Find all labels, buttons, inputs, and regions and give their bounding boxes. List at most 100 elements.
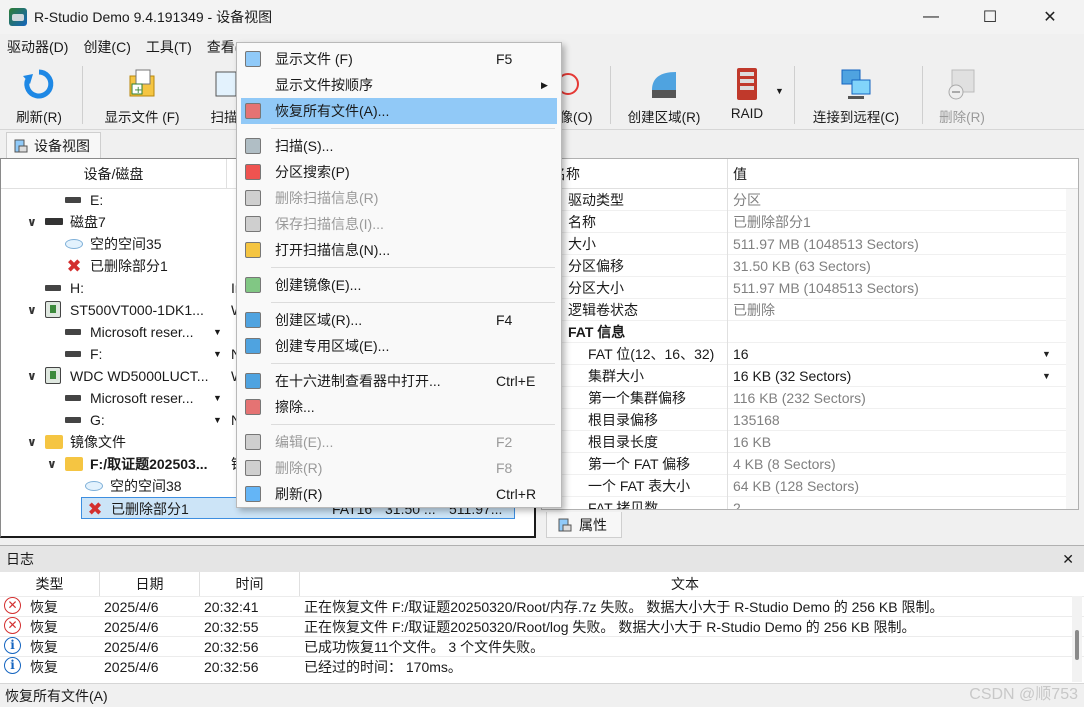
log-row[interactable]: ✕ 恢复 2025/4/6 20:32:41 正在恢复文件 F:/取证题20250320… <box>0 596 1084 616</box>
property-name: 根目录偏移 <box>588 412 658 428</box>
property-row[interactable]: 逻辑卷状态 已删除 <box>542 299 1078 321</box>
menu-create[interactable]: 创建(C) <box>76 34 138 60</box>
raid-button[interactable]: RAID <box>722 60 772 130</box>
property-row[interactable]: 集群大小 16 KB (32 Sectors) ▼ <box>542 365 1078 387</box>
context-menu-item[interactable]: 显示文件按顺序 ▶ <box>241 72 557 98</box>
column-divider <box>727 409 728 431</box>
dropdown-arrow-icon[interactable]: ▼ <box>213 387 222 409</box>
log-column-text[interactable]: 文本 <box>300 572 1070 596</box>
log-row[interactable]: ✕ 恢复 2025/4/6 20:32:55 正在恢复文件 F:/取证题20250320… <box>0 616 1084 636</box>
toolbar-separator <box>82 66 83 124</box>
context-menu-item[interactable]: 恢复所有文件(A)... <box>241 98 557 124</box>
context-menu-item[interactable]: 显示文件 (F) F5 <box>241 46 557 72</box>
context-menu-item[interactable]: 创建镜像(E)... <box>241 272 557 298</box>
image-icon <box>558 73 579 95</box>
property-row[interactable]: 驱动类型 分区 <box>542 189 1078 211</box>
tab-device-view[interactable]: 设备视图 <box>6 132 101 158</box>
menu-drives[interactable]: 驱动器(D) <box>0 34 76 60</box>
log-column-type[interactable]: 类型 <box>0 572 100 596</box>
properties-scrollbar[interactable] <box>1066 189 1078 509</box>
log-row[interactable]: i 恢复 2025/4/6 20:32:56 已成功恢复11个文件。 3 个文件失败。 <box>0 636 1084 656</box>
property-row[interactable]: FAT 位(12、16、32) 16 ▼ <box>542 343 1078 365</box>
property-row[interactable]: FAT 信息 <box>542 321 1078 343</box>
tab-properties[interactable]: 属性 <box>546 512 622 538</box>
eraser-icon <box>245 399 261 415</box>
property-row[interactable]: 根目录长度 16 KB <box>542 431 1078 453</box>
remove-icon <box>948 69 975 100</box>
property-row[interactable]: 大小 511.97 MB (1048513 Sectors) <box>542 233 1078 255</box>
column-header-device[interactable]: 设备/磁盘 <box>1 159 227 189</box>
show-files-button[interactable]: + 显示文件 (F) <box>90 60 194 130</box>
log-close-button[interactable]: ✕ <box>1062 546 1074 572</box>
raid-dropdown-arrow-icon[interactable]: ▼ <box>775 86 784 96</box>
context-menu: 显示文件 (F) F5 显示文件按顺序 ▶ 恢复所有文件(A)... 扫描(S)... 分区… <box>236 42 562 508</box>
menu-item-label: 删除扫描信息(R) <box>275 190 379 206</box>
column-divider <box>727 255 728 277</box>
context-menu-item[interactable]: 创建专用区域(E)... <box>241 333 557 359</box>
property-row[interactable]: 分区大小 511.97 MB (1048513 Sectors) <box>542 277 1078 299</box>
tree-item-label: 已删除部分1 <box>90 258 168 274</box>
context-menu-item[interactable]: 打开扫描信息(N)... <box>241 237 557 263</box>
dropdown-arrow-icon[interactable]: ▼ <box>213 343 222 365</box>
property-value: 31.50 KB (63 Sectors) <box>733 258 871 274</box>
refresh-button[interactable]: 刷新(R) <box>4 60 74 130</box>
property-row[interactable]: 一个 FAT 表大小 64 KB (128 Sectors) <box>542 475 1078 497</box>
expand-chevron-icon[interactable]: ∨ <box>27 365 37 387</box>
column-divider <box>727 299 728 321</box>
log-column-date[interactable]: 日期 <box>100 572 200 596</box>
property-name: 大小 <box>568 236 596 252</box>
property-row[interactable]: FAT 拷贝数 2 <box>542 497 1078 509</box>
context-menu-item[interactable]: 分区搜索(P) <box>241 159 557 185</box>
maximize-button[interactable]: ☐ <box>962 0 1018 34</box>
context-menu-item[interactable]: 刷新(R) Ctrl+R <box>241 481 557 507</box>
property-row[interactable]: 名称 已删除部分1 <box>542 211 1078 233</box>
log-type: 恢复 <box>30 619 58 635</box>
column-header-value[interactable]: 值 <box>733 159 747 189</box>
log-date: 2025/4/6 <box>104 619 159 635</box>
property-row[interactable]: 分区偏移 31.50 KB (63 Sectors) <box>542 255 1078 277</box>
dropdown-arrow-icon[interactable]: ▼ <box>213 409 222 431</box>
menu-item-label: 创建专用区域(E)... <box>275 338 390 354</box>
error-icon: ✕ <box>4 597 21 614</box>
property-row[interactable]: 根目录偏移 135168 <box>542 409 1078 431</box>
log-scrollbar[interactable] <box>1072 596 1082 682</box>
minimize-button[interactable]: — <box>903 0 959 34</box>
context-menu-item: 删除扫描信息(R) <box>241 185 557 211</box>
drive-icon <box>65 395 81 401</box>
expand-chevron-icon[interactable]: ∨ <box>27 431 37 453</box>
property-row[interactable]: 第一个 FAT 偏移 4 KB (8 Sectors) <box>542 453 1078 475</box>
context-menu-item: 编辑(E)... F2 <box>241 429 557 455</box>
watermark: CSDN @顺753 <box>969 686 1078 703</box>
context-menu-item[interactable]: 创建区域(R)... F4 <box>241 307 557 333</box>
create-region-button[interactable]: 创建区域(R) <box>618 60 710 130</box>
remove-button[interactable]: 删除(R) <box>930 60 994 130</box>
dropdown-arrow-icon[interactable]: ▼ <box>1042 365 1051 387</box>
log-type: 恢复 <box>30 599 58 615</box>
expand-chevron-icon[interactable]: ∨ <box>47 453 57 475</box>
property-value: 已删除 <box>733 302 775 318</box>
property-value: 511.97 MB (1048513 Sectors) <box>733 236 919 252</box>
connect-remote-button[interactable]: 连接到远程(C) <box>802 60 910 130</box>
tree-item-label: WDC WD5000LUCT... <box>70 368 209 384</box>
property-row[interactable]: 第一个集群偏移 116 KB (232 Sectors) <box>542 387 1078 409</box>
property-value: 135168 <box>733 412 780 428</box>
dropdown-arrow-icon[interactable]: ▼ <box>1042 343 1051 365</box>
close-button[interactable]: ✕ <box>1022 0 1078 34</box>
log-time: 20:32:41 <box>204 599 259 615</box>
image-button[interactable]: 像(O) <box>556 60 596 130</box>
menu-tools[interactable]: 工具(T) <box>139 34 200 60</box>
context-menu-item[interactable]: 扫描(S)... <box>241 133 557 159</box>
property-name: 集群大小 <box>588 368 644 384</box>
context-menu-item[interactable]: 擦除... <box>241 394 557 420</box>
log-caption: 日志 ✕ <box>0 546 1084 572</box>
log-row[interactable]: i 恢复 2025/4/6 20:32:56 已经过的时间： 170ms。 <box>0 656 1084 676</box>
menu-item-label: 创建镜像(E)... <box>275 277 362 293</box>
properties-pane[interactable]: 名称 值 驱动类型 分区 名称 已删除部分1 大小 511.97 MB (1048513 … <box>541 158 1079 510</box>
dropdown-arrow-icon[interactable]: ▼ <box>213 321 222 343</box>
context-menu-item[interactable]: 在十六进制查看器中打开... Ctrl+E <box>241 368 557 394</box>
property-value: 4 KB (8 Sectors) <box>733 456 836 472</box>
expand-chevron-icon[interactable]: ∨ <box>27 299 37 321</box>
expand-chevron-icon[interactable]: ∨ <box>27 211 37 233</box>
delete-icon <box>245 460 261 476</box>
log-column-time[interactable]: 时间 <box>200 572 300 596</box>
